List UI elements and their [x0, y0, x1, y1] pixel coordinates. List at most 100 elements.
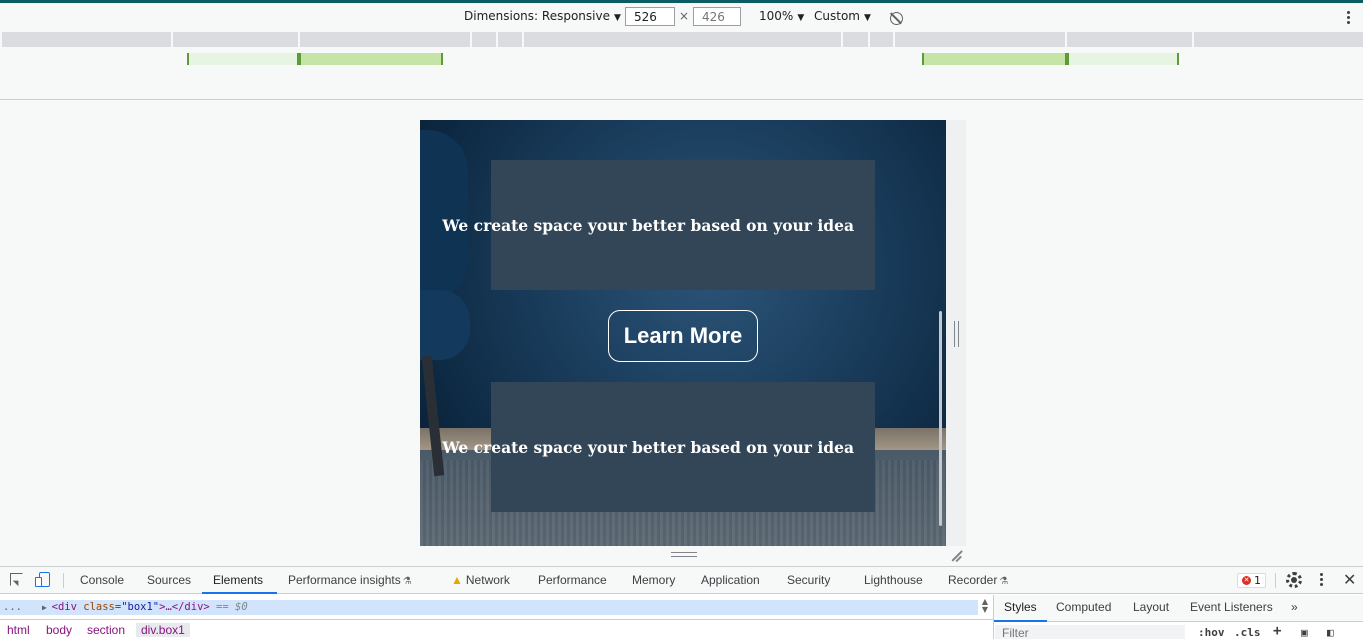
tab-performance-insights-label: Performance insights [288, 573, 401, 587]
expand-triangle-icon[interactable]: ▶ [42, 603, 52, 612]
close-icon[interactable]: ✕ [1343, 572, 1356, 588]
node-attr-value: "box1" [121, 601, 160, 613]
error-count: 1 [1254, 574, 1261, 587]
tab-network-label: Network [465, 573, 510, 587]
devtools-tabbar: Console Sources Elements Performance ins… [0, 567, 1363, 594]
tab-sources[interactable]: Sources [147, 573, 191, 587]
selected-dom-node[interactable]: ... ▶ <div class="box1">…</div> == $0 [0, 600, 978, 615]
tab-performance-insights[interactable]: Performance insights ⚗ [288, 573, 412, 587]
dimensions-dropdown[interactable]: Dimensions: Responsive ▼ [464, 9, 621, 23]
tab-performance[interactable]: Performance [538, 573, 607, 587]
tab-recorder-label: Recorder [948, 573, 998, 587]
more-options-icon[interactable] [1342, 10, 1354, 26]
height-input[interactable] [693, 7, 741, 26]
active-tab-indicator [202, 592, 277, 594]
query-edge [297, 53, 301, 65]
tab-layout[interactable]: Layout [1133, 600, 1169, 614]
media-query-divider [1065, 32, 1067, 47]
media-query-divider [841, 32, 843, 47]
breadcrumb-html[interactable]: html [7, 623, 30, 637]
tab-lighthouse[interactable]: Lighthouse [864, 573, 923, 587]
dimensions-label: Dimensions: Responsive [464, 9, 610, 23]
tree-scroll-arrows-icon[interactable]: ▲ ▼ [979, 598, 991, 616]
rotate-icon[interactable] [890, 12, 903, 25]
throttle-dropdown[interactable]: Custom ▼ [814, 9, 871, 23]
node-dots[interactable]: ... [3, 600, 22, 615]
resize-handle-right[interactable] [954, 321, 959, 347]
toolbar-separator [1275, 573, 1276, 588]
styles-sidebar: Styles Computed Layout Event Listeners »… [993, 595, 1363, 639]
device-toolbar: Dimensions: Responsive▼ × 100%▼ Custom▼ [0, 3, 1363, 31]
caret-down-icon: ▼ [797, 13, 805, 23]
inspect-element-icon[interactable] [10, 573, 23, 586]
error-count-badge[interactable]: ✕ 1 [1237, 573, 1266, 588]
resize-handle-bottom[interactable] [671, 552, 697, 557]
media-query-divider [868, 32, 870, 47]
new-rule-button[interactable]: + [1273, 623, 1281, 639]
customize-menu-icon[interactable] [1316, 573, 1326, 589]
media-query-divider [893, 32, 895, 47]
settings-gear-icon[interactable] [1286, 572, 1302, 588]
tab-memory[interactable]: Memory [632, 573, 675, 587]
hover-state-button[interactable]: :hov [1198, 626, 1225, 639]
breadcrumb: html body section div.box1 [0, 619, 993, 639]
experiment-flask-icon: ⚗ [402, 576, 412, 587]
tab-console[interactable]: Console [80, 573, 124, 587]
times-sign: × [679, 9, 690, 23]
box2: We create space your better based on you… [442, 382, 875, 512]
query-edge [1177, 53, 1179, 65]
min-width-query-left[interactable] [188, 53, 298, 65]
tab-computed[interactable]: Computed [1056, 600, 1111, 614]
more-tabs-chevron-icon[interactable]: » [1291, 600, 1298, 614]
devtools-panel: Console Sources Elements Performance ins… [0, 566, 1363, 639]
device-toggle-icon[interactable] [35, 572, 50, 587]
query-edge [922, 53, 924, 65]
min-width-query-right[interactable] [298, 53, 442, 65]
max-width-query-left[interactable] [923, 53, 1067, 65]
viewport-scrollbar[interactable] [939, 311, 942, 526]
query-edge [187, 53, 189, 65]
box2-text: We create space your better based on you… [442, 437, 854, 457]
media-query-divider [298, 32, 300, 47]
elements-tree: ... ▶ <div class="box1">…</div> == $0 ▲ ▼… [0, 595, 993, 639]
media-query-divider [470, 32, 472, 47]
max-width-query-right[interactable] [1067, 53, 1178, 65]
media-query-divider [496, 32, 498, 47]
tab-network[interactable]: ▲ Network [451, 573, 510, 587]
box1-text: We create space your better based on you… [442, 215, 854, 235]
media-query-divider [1192, 32, 1194, 47]
breadcrumb-section[interactable]: section [87, 623, 125, 637]
emulated-viewport: We create space your better based on you… [420, 120, 946, 546]
learn-more-button[interactable]: Learn More [608, 310, 758, 362]
styles-tabbar [994, 595, 1363, 622]
node-attr-name: class [83, 601, 115, 613]
node-close-tag: >…</div> [159, 601, 210, 613]
tab-security[interactable]: Security [787, 573, 830, 587]
tab-recorder[interactable]: Recorder ⚗ [948, 573, 1008, 587]
styles-filter-input[interactable] [995, 625, 1185, 639]
sidebar-toggle-icon[interactable]: ◧ [1327, 626, 1334, 639]
tab-styles[interactable]: Styles [1004, 600, 1037, 614]
breadcrumb-div-box1[interactable]: div.box1 [136, 623, 190, 637]
active-styles-tab-indicator [994, 620, 1047, 622]
selected-marker: == $0 [216, 601, 248, 613]
node-open-tag: <div [51, 601, 77, 613]
media-query-bar[interactable] [2, 32, 1363, 47]
paint-icon[interactable]: ▣ [1301, 626, 1308, 639]
resize-handle-corner[interactable] [950, 550, 962, 562]
ruler-divider [0, 99, 1363, 100]
box1: We create space your better based on you… [442, 160, 875, 290]
width-input[interactable] [625, 7, 675, 26]
class-toggle-button[interactable]: .cls [1234, 626, 1261, 639]
chair-seat-image [420, 290, 470, 360]
tab-elements[interactable]: Elements [213, 573, 263, 587]
zoom-label: 100% [759, 9, 794, 23]
tab-application[interactable]: Application [701, 573, 760, 587]
error-icon: ✕ [1242, 576, 1251, 585]
tab-event-listeners[interactable]: Event Listeners [1190, 600, 1273, 614]
breadcrumb-body[interactable]: body [46, 623, 72, 637]
zoom-dropdown[interactable]: 100% ▼ [759, 9, 804, 23]
caret-down-icon: ▼ [863, 13, 871, 23]
query-edge [441, 53, 443, 65]
caret-down-icon: ▼ [613, 13, 621, 23]
